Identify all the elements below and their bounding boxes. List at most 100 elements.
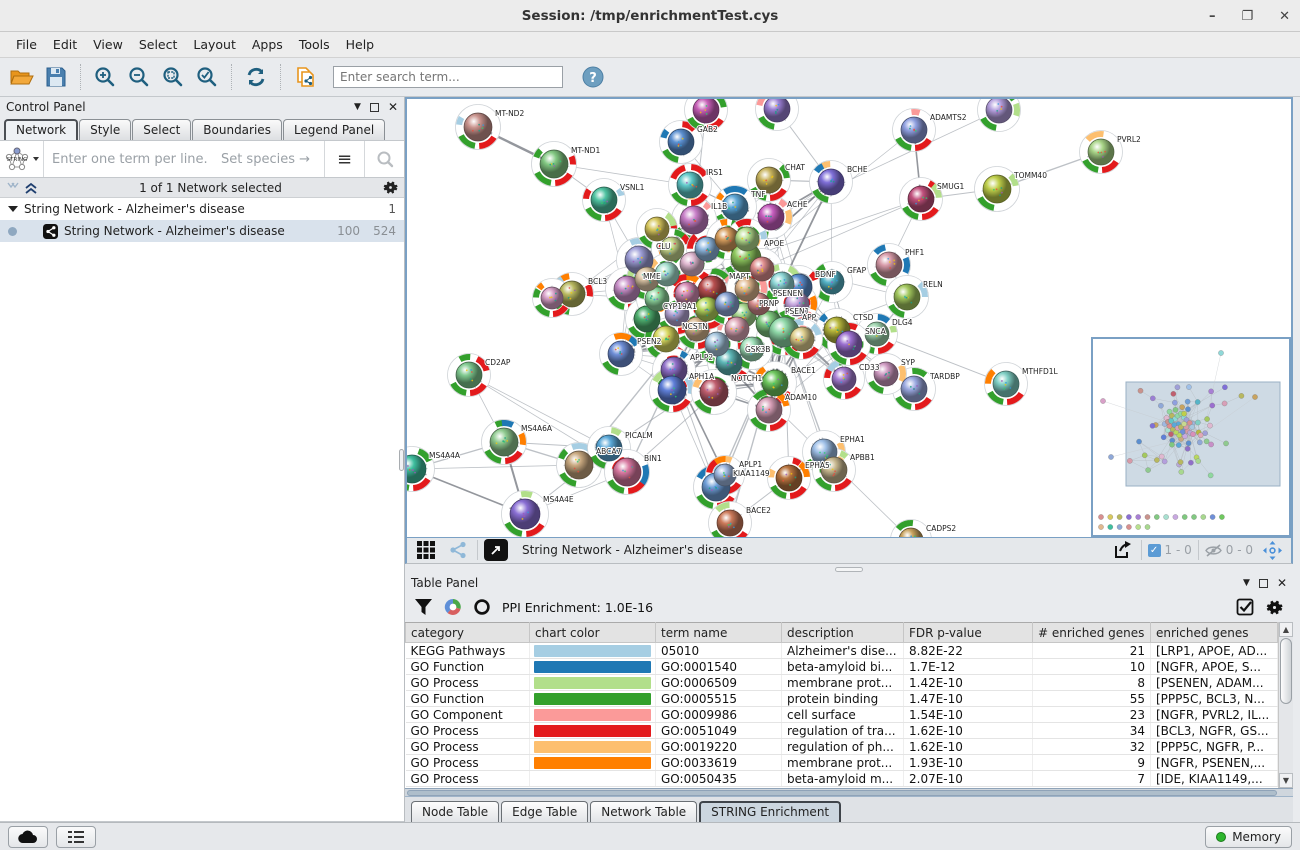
species-hint[interactable]: Set species → [221, 152, 316, 167]
table-row[interactable]: GO ProcessGO:0050435beta-amyloid m...2.0… [406, 771, 1278, 787]
tab-network-table[interactable]: Network Table [590, 801, 697, 822]
scrollbar-thumb[interactable] [1280, 638, 1292, 704]
network-node[interactable] [700, 378, 728, 406]
search-input[interactable] [333, 66, 563, 88]
column-header-category[interactable]: category [406, 623, 530, 643]
string-options-button[interactable]: ≡ [324, 141, 364, 177]
column-header-term-name[interactable]: term name [656, 623, 782, 643]
zoom-in-button[interactable] [89, 62, 121, 92]
network-node[interactable] [876, 252, 902, 278]
fit-selected-button[interactable] [1259, 539, 1285, 561]
column-header-chart-color[interactable]: chart color [530, 623, 656, 643]
scroll-down-arrow[interactable]: ▼ [1279, 773, 1293, 788]
network-node[interactable] [986, 99, 1012, 123]
ring-chart-icon[interactable] [474, 599, 490, 615]
horizontal-scrollbar[interactable] [405, 788, 1293, 796]
zoom-fit-button[interactable] [157, 62, 189, 92]
tree-row[interactable]: String Network - Alzheimer's disease1005… [0, 220, 404, 242]
network-node[interactable] [908, 186, 934, 212]
network-node[interactable] [776, 465, 802, 491]
enrichment-chart-icon[interactable] [444, 598, 462, 616]
network-node[interactable] [717, 510, 743, 536]
network-node[interactable] [715, 292, 739, 316]
menu-select[interactable]: Select [131, 34, 186, 55]
network-node[interactable] [693, 99, 719, 123]
task-history-button[interactable] [56, 826, 96, 848]
network-node[interactable] [790, 327, 814, 351]
network-node[interactable] [464, 113, 492, 141]
cloud-tasks-button[interactable] [8, 826, 48, 848]
table-row[interactable]: KEGG Pathways05010Alzheimer's dise...8.8… [406, 643, 1278, 659]
tab-string-enrichment[interactable]: STRING Enrichment [699, 801, 841, 822]
expand-arrow-icon[interactable] [8, 205, 18, 213]
panel-menu-icon[interactable]: ▼ [354, 102, 361, 112]
zoom-out-button[interactable] [123, 62, 155, 92]
select-columns-icon[interactable] [1236, 598, 1254, 616]
menu-help[interactable]: Help [338, 34, 383, 55]
table-row[interactable]: GO ProcessGO:0019220regulation of ph...1… [406, 739, 1278, 755]
menu-layout[interactable]: Layout [185, 34, 244, 55]
scroll-up-arrow[interactable]: ▲ [1279, 622, 1293, 637]
menu-apps[interactable]: Apps [244, 34, 291, 55]
panel-splitter-grip[interactable] [399, 449, 404, 471]
menu-edit[interactable]: Edit [45, 34, 85, 55]
tab-style[interactable]: Style [79, 119, 131, 140]
close-panel-icon[interactable]: ✕ [388, 100, 398, 114]
float-panel-icon[interactable] [370, 103, 379, 112]
minimize-button[interactable]: – [1209, 9, 1216, 24]
horizontal-splitter[interactable] [405, 564, 1293, 574]
network-node[interactable] [668, 129, 694, 155]
save-session-button[interactable] [40, 62, 72, 92]
filter-icon[interactable] [415, 599, 432, 615]
vertical-scrollbar[interactable]: ▲ ▼ [1278, 622, 1293, 788]
network-node[interactable] [613, 458, 641, 486]
column-header-description[interactable]: description [782, 623, 904, 643]
gear-icon[interactable] [383, 180, 398, 195]
table-row[interactable]: GO FunctionGO:0005515protein binding1.47… [406, 691, 1278, 707]
menu-file[interactable]: File [8, 34, 45, 55]
tab-edge-table[interactable]: Edge Table [501, 801, 588, 822]
table-row[interactable]: GO ProcessGO:0051049regulation of tra...… [406, 723, 1278, 739]
gear-icon[interactable] [1266, 599, 1283, 616]
network-node[interactable] [510, 499, 540, 529]
table-row[interactable]: GO FunctionGO:0001540beta-amyloid bi...1… [406, 659, 1278, 675]
panel-menu-icon[interactable]: ▼ [1243, 578, 1250, 588]
collapse-all-icon[interactable] [6, 182, 20, 194]
network-view[interactable]: MT-ND2MT-ND1VSNL1GAB2ADAMTS2PVRL2TOMM40S… [405, 97, 1293, 537]
column-header-enriched-genes[interactable]: enriched genes [1151, 623, 1278, 643]
refresh-button[interactable] [240, 62, 272, 92]
help-button[interactable]: ? [577, 62, 609, 92]
menu-view[interactable]: View [85, 34, 131, 55]
tree-row[interactable]: String Network - Alzheimer's disease1 [0, 198, 404, 220]
string-search-button[interactable] [364, 141, 404, 177]
column-header--enriched-genes[interactable]: # enriched genes [1033, 623, 1151, 643]
expand-all-icon[interactable] [24, 182, 38, 194]
close-panel-icon[interactable]: ✕ [1277, 576, 1287, 590]
network-node[interactable] [993, 371, 1019, 397]
network-node[interactable] [456, 362, 482, 388]
annotation-mode-button[interactable] [484, 539, 508, 561]
grid-view-button[interactable] [413, 539, 439, 561]
float-panel-icon[interactable] [1259, 579, 1268, 588]
memory-button[interactable]: Memory [1205, 826, 1292, 848]
open-session-button[interactable] [6, 62, 38, 92]
zoom-selected-button[interactable] [191, 62, 223, 92]
birds-eye-view[interactable] [1091, 337, 1291, 537]
table-row[interactable]: GO ComponentGO:0009986cell surface1.54E-… [406, 707, 1278, 723]
network-node[interactable] [559, 281, 585, 307]
tab-boundaries[interactable]: Boundaries [192, 119, 282, 140]
maximize-button[interactable]: ❐ [1241, 9, 1253, 24]
network-node[interactable] [735, 227, 759, 251]
export-network-button[interactable] [1109, 539, 1135, 561]
network-node[interactable] [565, 451, 593, 479]
tab-node-table[interactable]: Node Table [411, 801, 499, 822]
close-button[interactable]: ✕ [1279, 9, 1290, 24]
menu-tools[interactable]: Tools [291, 34, 338, 55]
table-row[interactable]: GO ProcessGO:0033619membrane prot...1.93… [406, 755, 1278, 771]
copy-network-button[interactable] [289, 62, 321, 92]
tab-select[interactable]: Select [132, 119, 191, 140]
column-header-FDR-p-value[interactable]: FDR p-value [904, 623, 1033, 643]
table-row[interactable]: GO ProcessGO:0006509membrane prot...1.42… [406, 675, 1278, 691]
string-protein-query-button[interactable]: STRING [0, 141, 44, 177]
tab-legend-panel[interactable]: Legend Panel [283, 119, 385, 140]
